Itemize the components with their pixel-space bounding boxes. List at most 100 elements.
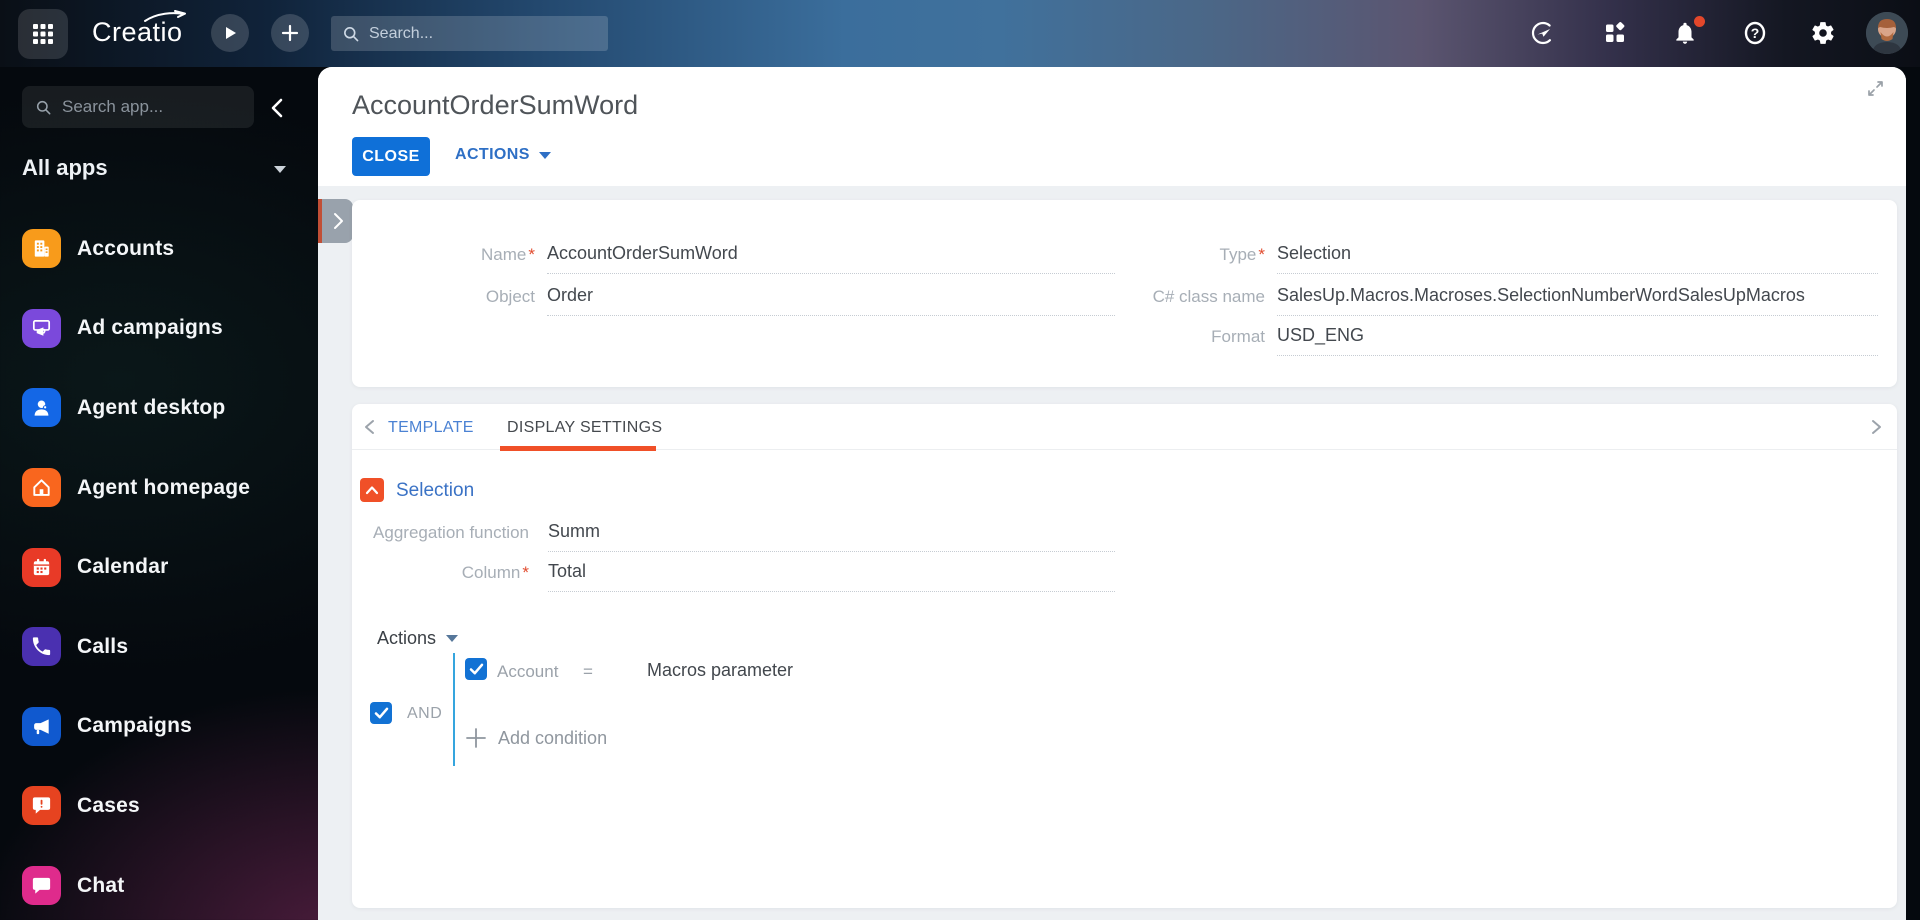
sidebar-item-agent-homepage[interactable]: Agent homepage [22, 448, 302, 528]
megaphone-icon [22, 706, 61, 746]
app-launcher-icon [33, 24, 53, 44]
sidebar-item-label: Accounts [77, 236, 175, 260]
sidebar: Search app... All apps Accounts Ad campai… [0, 67, 318, 920]
expand-panel-tab[interactable] [318, 199, 353, 243]
field-type-value[interactable]: Selection [1277, 243, 1878, 274]
actions-dropdown-label: ACTIONS [455, 146, 530, 163]
creatio-logo-swoosh [143, 10, 186, 22]
tabs-scroll-left-icon[interactable] [364, 419, 375, 435]
page-title: AccountOrderSumWord [352, 90, 639, 120]
building-icon [22, 229, 61, 269]
user-avatar[interactable] [1866, 12, 1908, 54]
checkmark-icon [469, 663, 483, 674]
sidebar-item-label: Calendar [77, 555, 169, 579]
field-csharp-class-value[interactable]: SalesUp.Macros.Macroses.SelectionNumberW… [1277, 285, 1878, 316]
collapse-section-button[interactable] [360, 478, 384, 502]
plus-icon [466, 728, 486, 748]
active-tab-underline [500, 446, 656, 451]
home-icon [22, 468, 61, 508]
sidebar-item-agent-desktop[interactable]: Agent desktop [22, 368, 302, 448]
add-button[interactable] [271, 14, 309, 52]
app-search-placeholder: Search app... [62, 97, 164, 116]
field-name-value[interactable]: AccountOrderSumWord [547, 243, 1115, 274]
global-search-placeholder: Search... [369, 24, 434, 42]
notification-badge [1694, 16, 1705, 27]
field-aggregation-label: Aggregation function [373, 523, 529, 542]
tabs-scroll-right-icon[interactable] [1871, 419, 1882, 435]
condition-value[interactable]: Macros parameter [647, 660, 793, 681]
sidebar-item-cases[interactable]: Cases [22, 766, 302, 846]
sidebar-item-accounts[interactable]: Accounts [22, 209, 302, 289]
chevron-right-icon [333, 213, 343, 229]
sidebar-item-label: Calls [77, 634, 129, 658]
play-button[interactable] [211, 14, 249, 52]
section-title[interactable]: Selection [396, 480, 474, 502]
sidebar-item-calendar[interactable]: Calendar [22, 527, 302, 607]
settings-gear-icon[interactable] [1810, 20, 1836, 46]
condition-field[interactable]: Account [497, 662, 558, 682]
chevron-up-icon [365, 486, 379, 495]
topbar: Creatio Search... ? [0, 0, 1920, 67]
apps-list: Accounts Ad campaigns Agent desktop Agent h… [22, 209, 302, 920]
sidebar-item-calls[interactable]: Calls [22, 607, 302, 687]
play-icon [226, 27, 236, 39]
logical-operator-label[interactable]: AND [407, 705, 442, 723]
sidebar-item-ad-campaigns[interactable]: Ad campaigns [22, 289, 302, 369]
chevron-down-icon [538, 151, 551, 159]
chevron-down-icon [446, 635, 459, 642]
freedom-ui-icon[interactable] [1530, 20, 1556, 46]
expand-window-icon[interactable] [1867, 80, 1884, 97]
all-apps-label[interactable]: All apps [22, 155, 108, 181]
field-csharp-class-label: C# class name [1152, 287, 1265, 306]
global-search-input[interactable]: Search... [331, 16, 608, 51]
sidebar-item-label: Chat [77, 873, 125, 897]
sidebar-item-label: Campaigns [77, 714, 192, 738]
field-name-label: Name * [481, 245, 535, 264]
and-group-checkbox[interactable] [370, 702, 392, 724]
sidebar-item-chat[interactable]: Chat [22, 846, 302, 920]
creatio-logo: Creatio [92, 10, 186, 48]
condition-operator[interactable]: = [583, 662, 593, 682]
app-search-input[interactable]: Search app... [22, 86, 254, 128]
checkmark-icon [374, 707, 388, 718]
sidebar-item-label: Ad campaigns [77, 316, 223, 340]
workplaces-icon[interactable] [1602, 20, 1628, 46]
expander-body [322, 199, 353, 243]
calendar-icon [22, 547, 61, 587]
app-search-icon [36, 100, 51, 114]
actions-dropdown[interactable]: ACTIONS [455, 146, 551, 164]
screen-megaphone-icon [22, 308, 61, 348]
add-condition-button[interactable]: Add condition [465, 727, 607, 749]
field-column-value[interactable]: Total [548, 561, 1115, 592]
field-object-value[interactable]: Order [547, 285, 1115, 316]
collapse-sidebar-icon[interactable] [264, 97, 292, 119]
tab-template[interactable]: TEMPLATE [388, 419, 474, 437]
tab-display-settings[interactable]: DISPLAY SETTINGS [507, 419, 662, 437]
field-format-value[interactable]: USD_ENG [1277, 325, 1878, 356]
record-header: AccountOrderSumWord CLOSE ACTIONS [318, 67, 1906, 186]
add-condition-label: Add condition [498, 727, 608, 748]
help-icon[interactable]: ? [1742, 20, 1768, 46]
field-aggregation-value[interactable]: Summ [548, 521, 1115, 552]
svg-text:?: ? [1751, 25, 1760, 41]
filter-actions-dropdown[interactable]: Actions [377, 628, 459, 649]
user-avatar-image [1866, 12, 1908, 54]
condition-checkbox[interactable] [465, 658, 487, 680]
filter-connector-line [453, 653, 455, 766]
phone-icon [22, 627, 61, 667]
filter-actions-label: Actions [377, 628, 437, 648]
all-apps-caret-icon[interactable] [274, 166, 286, 173]
chat-bubble-icon [22, 866, 61, 906]
main-card: AccountOrderSumWord CLOSE ACTIONS Name * … [318, 67, 1906, 920]
sidebar-item-campaigns[interactable]: Campaigns [22, 687, 302, 767]
record-fields-panel: Name * AccountOrderSumWord Object Order T… [352, 200, 1897, 387]
app-launcher-button[interactable] [18, 9, 68, 59]
plus-icon [281, 24, 299, 42]
close-button[interactable]: CLOSE [352, 137, 430, 176]
person-icon [22, 388, 61, 428]
sidebar-item-label: Agent homepage [77, 475, 251, 499]
sidebar-item-label: Agent desktop [77, 395, 226, 419]
tab-bar: TEMPLATE DISPLAY SETTINGS [352, 404, 1897, 451]
field-column-label: Column * [461, 563, 529, 582]
search-icon [344, 26, 359, 41]
